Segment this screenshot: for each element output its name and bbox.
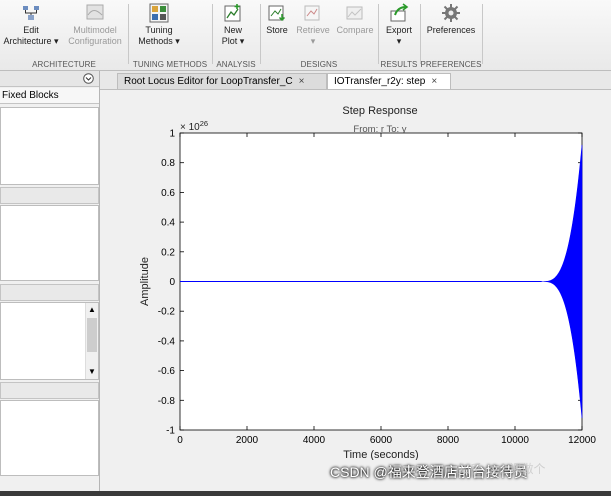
y-tick-label: 1 xyxy=(169,129,175,140)
y-tick-label: 0 xyxy=(169,277,175,288)
separator xyxy=(378,4,379,64)
panel-section-list[interactable] xyxy=(0,205,99,281)
y-tick-label: -1 xyxy=(166,426,175,437)
fixed-blocks-title: Fixed Blocks xyxy=(0,88,99,104)
export-icon xyxy=(390,3,409,22)
close-icon[interactable]: × xyxy=(431,74,437,90)
document-tabs: Root Locus Editor for LoopTransfer_C × IO… xyxy=(100,71,611,90)
y-tick-label: 0.4 xyxy=(161,218,175,229)
store-label: Store xyxy=(266,25,288,35)
y-tick-label: 0.8 xyxy=(161,158,175,169)
x-axis-label: Time (seconds) xyxy=(343,449,418,460)
separator xyxy=(212,4,213,64)
y-tick-label: -0.2 xyxy=(158,307,176,318)
x-tick-label: 8000 xyxy=(437,435,460,446)
new-plot-icon xyxy=(224,4,241,22)
x-tick-label: 12000 xyxy=(568,435,596,446)
plot-label: Plot ▾ xyxy=(221,36,245,46)
left-panel: Fixed Blocks ▲ ▼ xyxy=(0,71,100,496)
retrieve-icon xyxy=(304,5,320,21)
retrieve-dropdown: ▾ xyxy=(310,36,316,46)
step-response-chart[interactable]: Step Response From: r To: y × 1026 0 2000… xyxy=(100,90,611,460)
compare-label: Compare xyxy=(336,25,374,35)
multimodel-icon xyxy=(86,4,104,20)
architecture-icon xyxy=(23,6,39,20)
zhihu-watermark: 知乎 @上课做个 xyxy=(458,462,546,476)
group-architecture: ARCHITECTURE xyxy=(32,60,96,69)
retrieve-button[interactable]: Retrieve ▾ xyxy=(294,3,332,55)
group-tuning-methods: TUNING METHODS xyxy=(132,60,208,69)
scroll-up-icon[interactable]: ▲ xyxy=(88,305,96,314)
gear-icon xyxy=(442,4,460,22)
preferences-button[interactable]: Preferences xyxy=(423,3,479,55)
y-tick-label: -0.4 xyxy=(158,336,176,347)
tab-iotransfer-step[interactable]: IOTransfer_r2y: step × xyxy=(327,73,451,89)
compare-button[interactable]: Compare xyxy=(334,3,376,55)
panel-section-bar[interactable] xyxy=(0,187,99,204)
y-tick-label: -0.6 xyxy=(158,366,176,377)
store-icon xyxy=(268,5,286,22)
edit-architecture-label-2: Architecture ▾ xyxy=(3,36,59,46)
tab-label: Root Locus Editor for LoopTransfer_C xyxy=(124,76,293,87)
chart-title: Step Response xyxy=(342,105,417,117)
bottom-bar xyxy=(0,491,611,496)
separator xyxy=(482,4,483,64)
scrollbar[interactable]: ▲ ▼ xyxy=(85,303,98,379)
retrieve-label: Retrieve xyxy=(296,25,330,35)
group-analysis: ANALYSIS xyxy=(216,60,256,69)
tab-root-locus-editor[interactable]: Root Locus Editor for LoopTransfer_C × xyxy=(117,73,327,89)
preferences-label: Preferences xyxy=(426,25,476,35)
plot-area: Step Response From: r To: y × 1026 0 2000… xyxy=(100,90,611,496)
y-tick-label: 0.2 xyxy=(161,247,175,258)
multimodel-configuration-button[interactable]: Multimodel Configuration xyxy=(64,3,126,55)
panel-section-bar[interactable] xyxy=(0,284,99,301)
separator xyxy=(128,4,129,64)
group-designs: DESIGNS xyxy=(300,60,338,69)
toolstrip: Edit Architecture ▾ Multimodel Configura… xyxy=(0,0,611,71)
panel-header xyxy=(0,71,99,87)
group-preferences: PREFERENCES xyxy=(420,60,482,69)
y-axis-label: Amplitude xyxy=(139,257,151,306)
multimodel-label: Multimodel xyxy=(73,25,117,35)
close-icon[interactable]: × xyxy=(299,74,305,90)
methods-label: Methods ▾ xyxy=(138,36,180,46)
group-results: RESULTS xyxy=(380,60,418,69)
panel-section-bar[interactable] xyxy=(0,382,99,399)
tuning-methods-button[interactable]: Tuning Methods ▾ xyxy=(132,3,186,55)
x-tick-label: 2000 xyxy=(236,435,259,446)
tab-label: IOTransfer_r2y: step xyxy=(334,76,426,87)
edit-architecture-label: Edit xyxy=(23,25,39,35)
tuning-methods-icon xyxy=(149,3,169,23)
x-tick-label: 4000 xyxy=(303,435,326,446)
scroll-thumb[interactable] xyxy=(87,318,97,352)
configuration-label: Configuration xyxy=(68,36,122,46)
x-tick-label: 0 xyxy=(177,435,183,446)
store-button[interactable]: Store xyxy=(263,3,291,55)
y-tick-label: -0.8 xyxy=(158,396,176,407)
exponent-label: × 1026 xyxy=(180,119,208,133)
fixed-blocks-list[interactable] xyxy=(0,107,99,185)
compare-icon xyxy=(346,6,363,20)
export-button[interactable]: Export ▾ xyxy=(382,3,416,55)
panel-section-list[interactable] xyxy=(0,400,99,476)
export-dropdown: ▾ xyxy=(396,36,402,46)
circle-chevron-down-icon[interactable] xyxy=(83,73,94,84)
new-label: New xyxy=(223,25,242,35)
x-tick-label: 6000 xyxy=(370,435,393,446)
tuning-label: Tuning xyxy=(145,25,173,35)
separator xyxy=(260,4,261,64)
panel-section-list-scroll[interactable]: ▲ ▼ xyxy=(0,302,99,380)
scroll-down-icon[interactable]: ▼ xyxy=(88,367,96,376)
export-label: Export xyxy=(385,25,412,35)
x-tick-label: 10000 xyxy=(501,435,529,446)
edit-architecture-button[interactable]: Edit Architecture ▾ xyxy=(2,3,60,55)
separator xyxy=(420,4,421,64)
new-plot-button[interactable]: New Plot ▾ xyxy=(215,3,251,55)
y-tick-label: 0.6 xyxy=(161,188,175,199)
